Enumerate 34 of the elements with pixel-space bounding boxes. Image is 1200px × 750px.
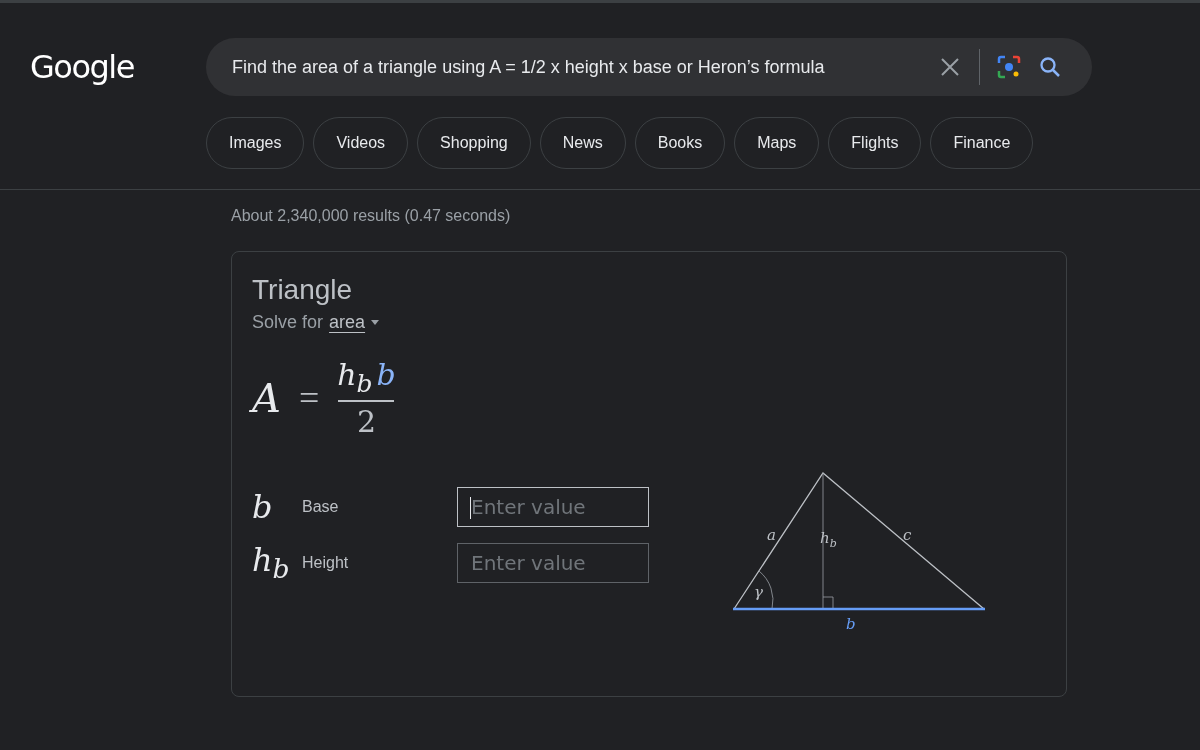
height-label: h$_{b}$: [820, 529, 837, 550]
formula-variable: b: [376, 357, 396, 394]
google-logo[interactable]: Google: [30, 48, 206, 86]
text-cursor: [470, 497, 471, 519]
filter-chip[interactable]: Flights: [828, 117, 922, 169]
input-label: Base: [302, 498, 340, 516]
calculator-title: Triangle: [252, 274, 354, 306]
filter-chip[interactable]: Videos: [313, 117, 409, 169]
search-icon[interactable]: [1038, 55, 1062, 79]
filter-chip[interactable]: Images: [206, 117, 305, 169]
formula-variable: h$_{b}$: [337, 357, 373, 398]
value-field[interactable]: Enter value: [457, 542, 649, 583]
input-label: Height: [302, 553, 350, 572]
search-field[interactable]: Find the area of a triangle using A = 1/2 x height x base or Heron’s formula: [206, 38, 1092, 96]
angle-label: γ: [754, 583, 763, 601]
variable-symbol: h$_{b}$: [252, 541, 291, 585]
formula-denominator: 2: [356, 404, 377, 439]
result-stats: About 2,340,000 results (0.47 seconds): [231, 207, 512, 225]
filter-chip[interactable]: Finance: [930, 117, 1034, 169]
close-icon[interactable]: [939, 56, 961, 78]
filter-chip[interactable]: News: [539, 117, 626, 169]
value-field[interactable]: Enter value: [457, 487, 649, 527]
caret-icon: [371, 320, 380, 325]
filter-chip[interactable]: Books: [634, 117, 726, 169]
solve-for-label: Solve for: [252, 312, 324, 333]
filter-chip[interactable]: Maps: [734, 117, 820, 169]
base-label: b: [846, 615, 856, 633]
equals-sign: =: [298, 377, 320, 419]
variable-symbol: b: [252, 488, 274, 526]
camera-icon[interactable]: [996, 54, 1022, 80]
side-label: c: [903, 526, 912, 544]
side-label: a: [767, 526, 776, 544]
filter-chip[interactable]: Shopping: [417, 117, 531, 169]
solve-for-dropdown[interactable]: area: [329, 312, 380, 333]
